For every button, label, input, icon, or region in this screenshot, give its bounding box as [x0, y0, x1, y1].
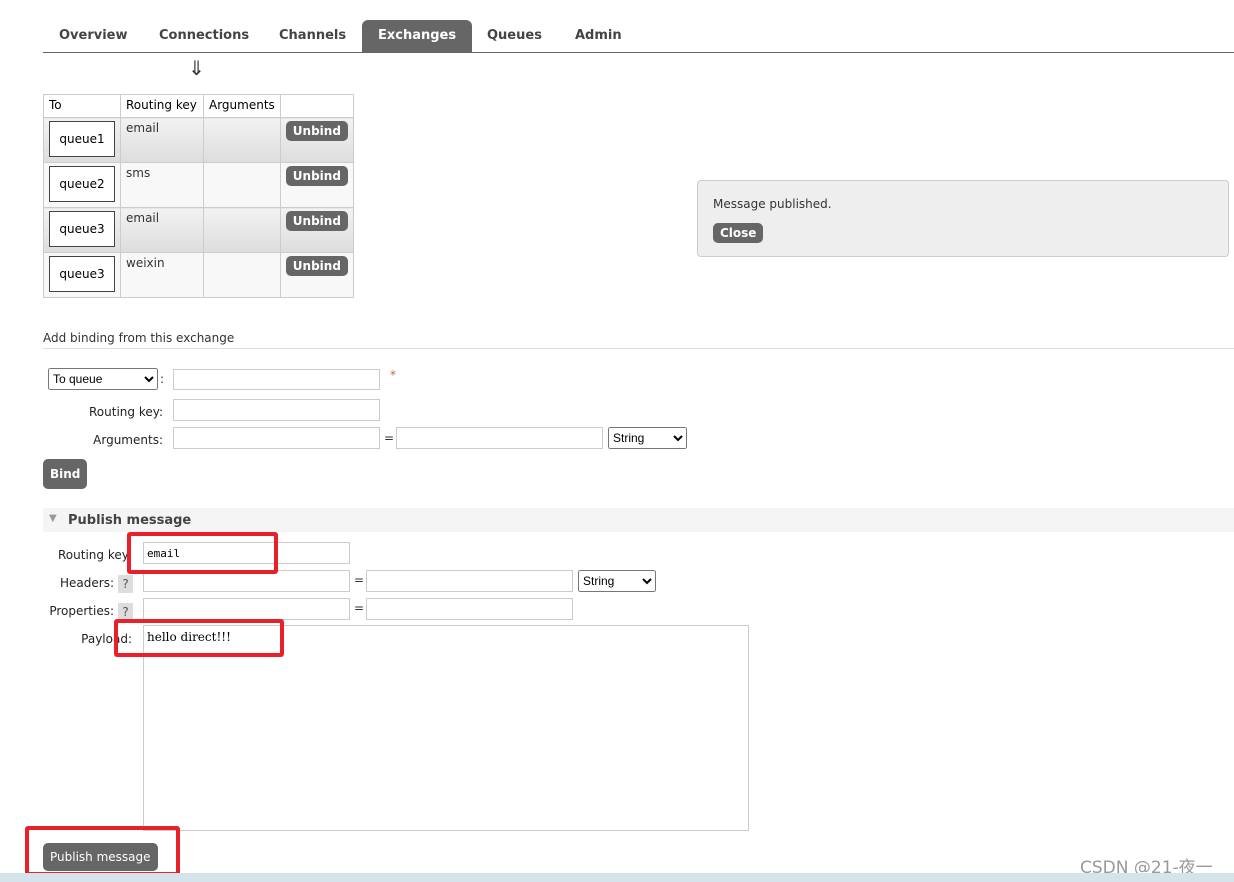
queue-link[interactable]: queue3: [49, 256, 115, 292]
queue-link[interactable]: queue2: [49, 166, 115, 202]
destination-type-select[interactable]: To queue: [48, 368, 158, 390]
properties-label: Properties:: [49, 604, 114, 618]
arguments-label: Arguments:: [93, 433, 163, 447]
tab-exchanges[interactable]: Exchanges: [362, 20, 473, 52]
table-row: queue1 email Unbind: [43, 117, 354, 163]
unbind-button[interactable]: Unbind: [285, 211, 348, 231]
routing-key: sms: [120, 162, 204, 208]
bottom-bar: [0, 873, 1234, 882]
tab-channels[interactable]: Channels: [263, 20, 362, 52]
table-row: queue3 weixin Unbind: [43, 252, 354, 298]
add-binding-title: Add binding from this exchange: [43, 331, 1234, 349]
unbind-button[interactable]: Unbind: [285, 121, 348, 141]
notification-panel: Message published. Close: [697, 180, 1229, 257]
tab-admin[interactable]: Admin: [559, 20, 638, 52]
col-arguments: Arguments: [203, 94, 281, 118]
arguments: [203, 207, 281, 253]
table-row: queue3 email Unbind: [43, 207, 354, 253]
property-key-input[interactable]: [143, 598, 350, 620]
queue-link[interactable]: queue3: [49, 211, 115, 247]
required-marker: *: [390, 368, 396, 382]
help-icon[interactable]: ?: [118, 575, 133, 593]
equals: =: [354, 601, 365, 615]
binding-routing-key-input[interactable]: [173, 399, 380, 421]
equals: =: [354, 573, 365, 587]
highlight-box: [127, 532, 278, 574]
col-actions: [279, 94, 354, 118]
table-row: queue2 sms Unbind: [43, 162, 354, 208]
bind-button[interactable]: Bind: [43, 459, 88, 489]
col-to: To: [43, 94, 121, 118]
property-value-input[interactable]: [366, 598, 573, 620]
routing-key-label: Routing key:: [89, 405, 163, 419]
routing-key: email: [120, 207, 204, 253]
header-value-input[interactable]: [366, 570, 573, 592]
nav-tabs: Overview Connections Channels Exchanges …: [43, 20, 1234, 53]
publish-routing-key-label: Routing key:: [58, 548, 132, 562]
colon: :: [160, 372, 165, 386]
arguments: [203, 252, 281, 298]
notification-text: Message published.: [713, 197, 832, 211]
highlight-box: [114, 619, 284, 657]
col-routing-key: Routing key: [120, 94, 204, 118]
down-arrow-icon: ⇓: [188, 56, 205, 80]
destination-input[interactable]: [173, 369, 380, 390]
collapse-triangle-icon: ▼: [49, 513, 57, 524]
tab-overview[interactable]: Overview: [43, 20, 144, 52]
tab-connections[interactable]: Connections: [143, 20, 265, 52]
unbind-button[interactable]: Unbind: [285, 166, 348, 186]
equals: =: [384, 431, 395, 445]
arguments: [203, 117, 281, 163]
argument-key-input[interactable]: [173, 427, 380, 449]
queue-link[interactable]: queue1: [49, 121, 115, 157]
publish-section-header[interactable]: ▼ Publish message: [43, 508, 1234, 532]
arguments: [203, 162, 281, 208]
close-button[interactable]: Close: [713, 223, 764, 243]
argument-value-input[interactable]: [396, 427, 603, 449]
routing-key: email: [120, 117, 204, 163]
publish-title: Publish message: [68, 513, 192, 528]
highlight-box: [25, 826, 180, 876]
argument-type-select[interactable]: String: [608, 427, 687, 449]
header-type-select[interactable]: String: [578, 570, 656, 592]
headers-label: Headers:: [60, 576, 114, 590]
bindings-table: To Routing key Arguments queue1 email Unbind…: [43, 94, 354, 298]
tab-queues[interactable]: Queues: [471, 20, 558, 52]
unbind-button[interactable]: Unbind: [285, 256, 348, 276]
routing-key: weixin: [120, 252, 204, 298]
